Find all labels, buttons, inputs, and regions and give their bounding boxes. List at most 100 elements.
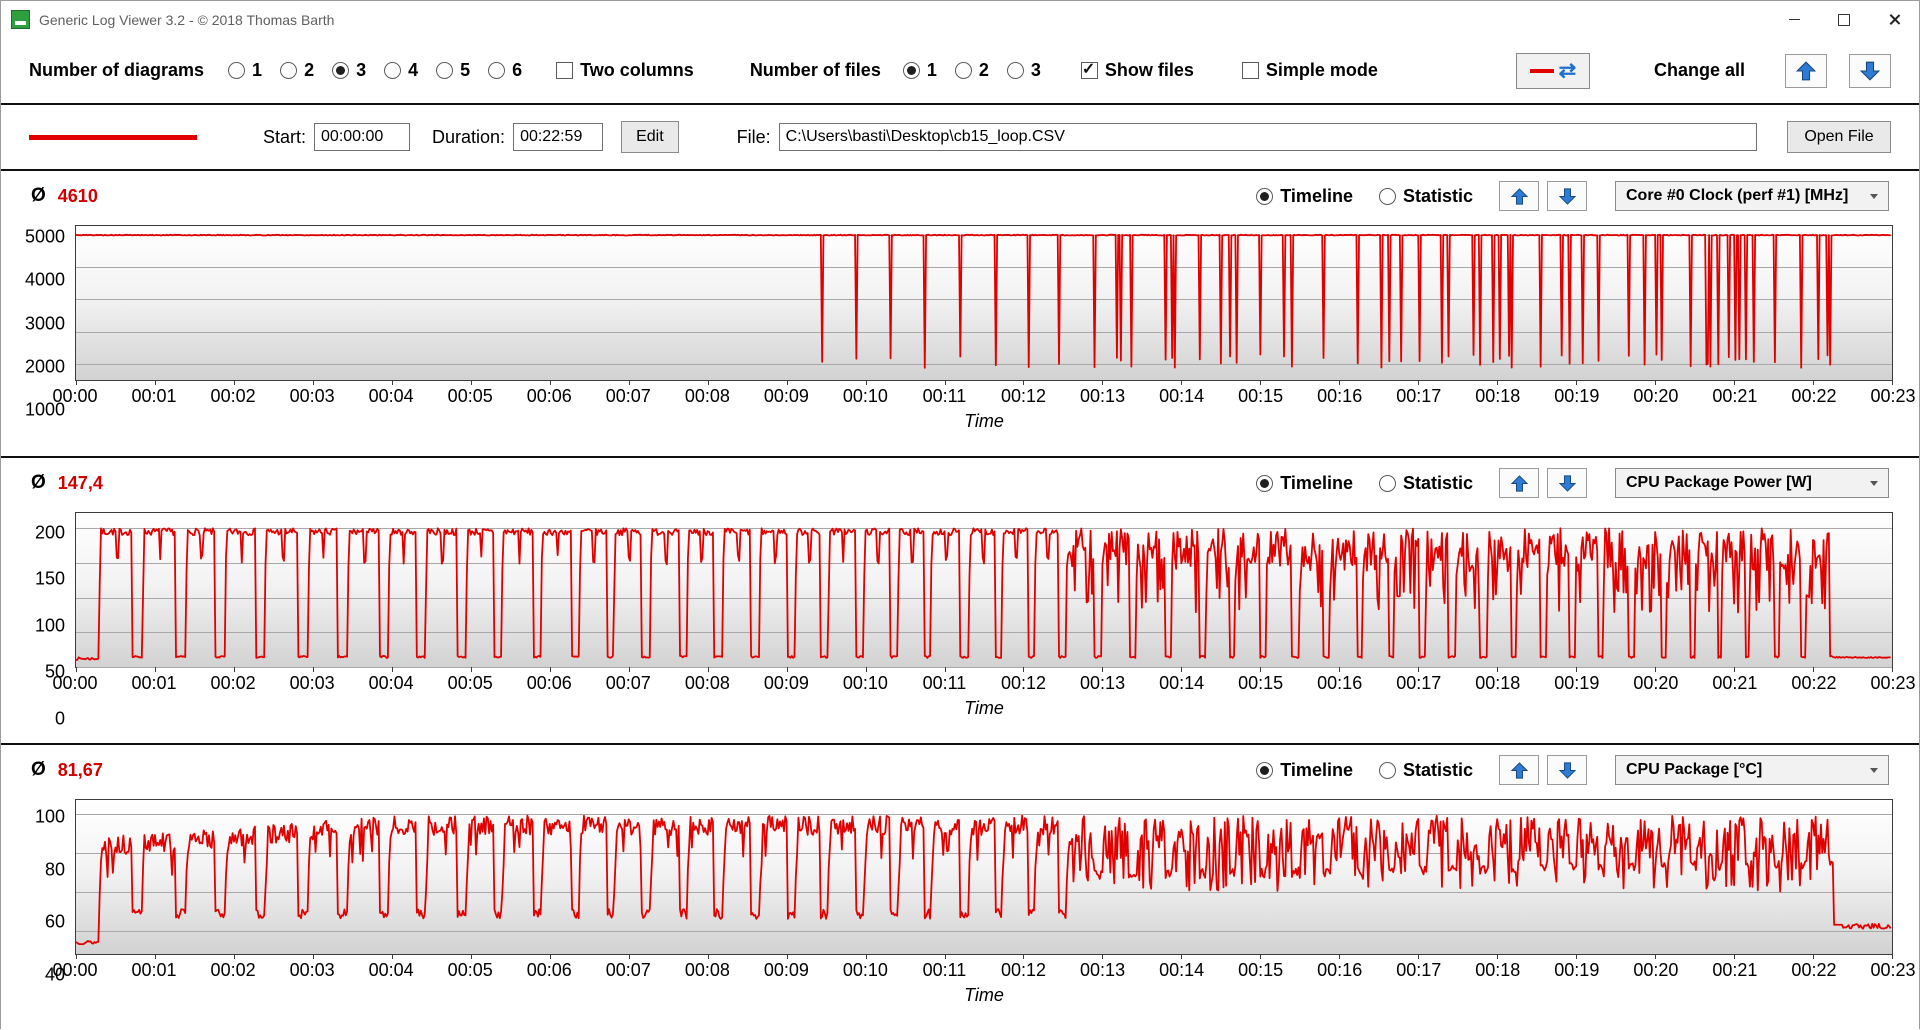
x-tick-label: 00:03 xyxy=(289,673,335,693)
panel-move-buttons xyxy=(1499,755,1587,785)
gridline xyxy=(76,667,1892,668)
diagram-count-option-1[interactable]: 1 xyxy=(228,60,262,81)
show-files-checkbox[interactable]: Show files xyxy=(1080,59,1194,81)
chart-package-power: 0 50 100 150 200 00:00 00:01 00:02 00:03 00:04 00… xyxy=(35,512,1916,729)
radio-icon[interactable] xyxy=(280,62,298,79)
mode-group: Timeline Statistic xyxy=(1256,760,1473,781)
metric-dropdown[interactable]: CPU Package [°C] xyxy=(1615,755,1889,785)
x-tick-label: 00:14 xyxy=(1159,960,1205,980)
x-axis-title: Time xyxy=(964,411,1004,431)
x-tick-label: 00:07 xyxy=(605,386,651,406)
x-tick-label: 00:08 xyxy=(684,673,730,693)
metric-dropdown[interactable]: Core #0 Clock (perf #1) [MHz] xyxy=(1615,181,1889,211)
minimize-button[interactable] xyxy=(1769,1,1819,38)
statistic-radio[interactable]: Statistic xyxy=(1378,759,1473,781)
x-tick-label: 00:21 xyxy=(1712,960,1758,980)
move-up-button[interactable] xyxy=(1499,755,1539,785)
x-tick-label: 00:22 xyxy=(1791,386,1837,406)
x-tick-label: 00:09 xyxy=(763,673,809,693)
radio-icon[interactable] xyxy=(384,62,402,79)
close-button[interactable] xyxy=(1869,1,1919,38)
radio-icon[interactable] xyxy=(488,62,506,79)
checkbox-icon[interactable] xyxy=(556,62,574,79)
radio-icon[interactable] xyxy=(1256,761,1274,779)
statistic-radio[interactable]: Statistic xyxy=(1378,186,1473,207)
move-up-button[interactable] xyxy=(1499,181,1539,211)
radio-icon[interactable] xyxy=(1006,62,1024,79)
x-axis-title: Time xyxy=(964,698,1004,718)
x-tick-label: 00:19 xyxy=(1554,673,1600,693)
option-label: 5 xyxy=(460,60,471,80)
option-label: 1 xyxy=(252,60,263,80)
timeline-radio[interactable]: Timeline xyxy=(1256,473,1353,494)
x-tick-label: 00:23 xyxy=(1870,960,1916,980)
x-tick-label: 00:15 xyxy=(1238,960,1284,980)
show-files-label: Show files xyxy=(1104,60,1194,80)
radio-icon[interactable] xyxy=(954,62,972,79)
simple-mode-checkbox[interactable]: Simple mode xyxy=(1241,60,1378,81)
radio-icon[interactable] xyxy=(436,62,454,79)
x-tick-label: 00:20 xyxy=(1633,673,1679,693)
x-tick-label: 00:19 xyxy=(1554,386,1600,406)
x-tick-label: 00:07 xyxy=(605,960,651,980)
timeline-radio[interactable]: Timeline xyxy=(1256,760,1353,781)
two-columns-checkbox[interactable]: Two columns xyxy=(556,60,694,81)
x-tick-label: 00:05 xyxy=(447,386,493,406)
checkbox-icon[interactable] xyxy=(1241,62,1259,79)
radio-icon[interactable] xyxy=(1378,761,1396,779)
radio-icon[interactable] xyxy=(1378,474,1396,492)
plot-area[interactable] xyxy=(75,512,1893,672)
change-all-down-button[interactable] xyxy=(1849,53,1891,88)
plot-area[interactable] xyxy=(75,799,1893,959)
file-count-option-2[interactable]: 2 xyxy=(954,60,989,81)
x-tick-label: 00:11 xyxy=(922,960,967,980)
duration-input[interactable] xyxy=(513,123,604,151)
x-tick-label: 00:12 xyxy=(1000,673,1047,693)
diagram-count-option-6[interactable]: 6 xyxy=(488,60,522,81)
two-columns-label: Two columns xyxy=(580,60,694,80)
change-all-up-button[interactable] xyxy=(1785,53,1827,88)
timeline-radio[interactable]: Timeline xyxy=(1256,186,1353,207)
file-count-option-3[interactable]: 3 xyxy=(1006,60,1041,81)
move-down-button[interactable] xyxy=(1547,181,1587,211)
move-down-button[interactable] xyxy=(1547,755,1587,785)
y-tick-label: 80 xyxy=(44,859,65,880)
diagram-count-option-3[interactable]: 3 xyxy=(332,60,366,81)
checkbox-icon[interactable] xyxy=(1080,59,1098,79)
diagram-count-option-4[interactable]: 4 xyxy=(384,60,418,81)
minimize-icon xyxy=(1788,18,1800,21)
x-tick-label: 00:16 xyxy=(1317,386,1363,406)
radio-icon[interactable] xyxy=(228,62,246,79)
radio-icon[interactable] xyxy=(902,62,920,79)
y-tick-label: 200 xyxy=(34,522,65,542)
x-axis: 00:00 00:01 00:02 00:03 00:04 00:05 00:06 00:07… xyxy=(52,958,1915,984)
x-tick-label: 00:09 xyxy=(763,386,809,406)
file-count-option-1[interactable]: 1 xyxy=(902,60,937,81)
x-tick-label: 00:10 xyxy=(842,673,888,693)
radio-icon[interactable] xyxy=(332,62,350,79)
option-label: 1 xyxy=(926,60,937,80)
statistic-radio[interactable]: Statistic xyxy=(1378,473,1473,494)
average-value: 81,67 xyxy=(57,759,103,780)
file-path-input[interactable] xyxy=(778,123,1757,151)
y-tick-label: 4000 xyxy=(24,269,65,290)
diagram-count-option-5[interactable]: 5 xyxy=(436,60,470,81)
maximize-button[interactable] xyxy=(1819,1,1869,38)
edit-button[interactable]: Edit xyxy=(621,121,679,153)
window-title: Generic Log Viewer 3.2 - © 2018 Thomas B… xyxy=(39,11,335,28)
statistic-label: Statistic xyxy=(1402,759,1473,780)
line-color-swap-button[interactable]: ⇄ xyxy=(1515,52,1590,89)
diagram-count-option-2[interactable]: 2 xyxy=(280,60,314,81)
move-down-button[interactable] xyxy=(1547,468,1587,498)
radio-icon[interactable] xyxy=(1256,474,1274,492)
radio-icon[interactable] xyxy=(1378,187,1396,205)
move-up-button[interactable] xyxy=(1499,468,1539,498)
x-tick-label: 00:02 xyxy=(210,960,256,980)
start-time-input[interactable] xyxy=(314,123,411,151)
x-tick-label: 00:19 xyxy=(1554,960,1600,980)
metric-dropdown[interactable]: CPU Package Power [W] xyxy=(1615,468,1889,498)
open-file-button[interactable]: Open File xyxy=(1787,121,1891,153)
radio-icon[interactable] xyxy=(1256,187,1274,205)
x-tick-label: 00:15 xyxy=(1238,386,1284,406)
plot-area[interactable] xyxy=(75,225,1893,385)
